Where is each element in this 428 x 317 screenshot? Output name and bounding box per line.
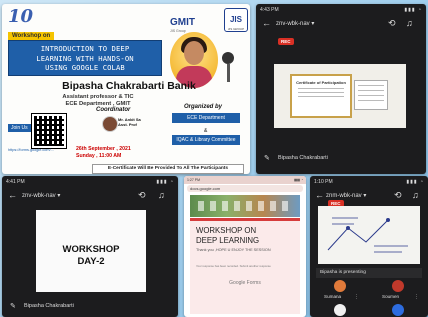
speaker-role: Assistant professor & TIC ECE Department… — [8, 94, 188, 108]
anniversary-logo: 10 — [8, 8, 44, 30]
registration-url[interactable]: https://forms.google.com/... — [8, 148, 54, 152]
participant-avatar-3[interactable] — [334, 304, 346, 316]
slide-title-line-2: DAY-2 — [77, 256, 105, 267]
presenting-bar: Bipasha is presenting — [316, 268, 422, 278]
gmit-logo: GMIT JIS Group — [170, 12, 220, 33]
meeting-code[interactable]: znv-wbk-nav ▾ — [276, 20, 314, 27]
recording-badge: REC — [278, 38, 294, 45]
title-line-3: USING GOOGLE COLAB — [45, 63, 125, 72]
more-options-icon[interactable]: ⋮ — [414, 294, 419, 300]
organizer-iqac: IQAC & Library Committee — [172, 135, 240, 145]
presenting-label: Bipasha is presenting — [320, 270, 366, 275]
slide-title: WORKSHOP DAY-2 — [36, 244, 146, 268]
meeting-code[interactable]: znv-wbk-nav ▾ — [22, 192, 60, 199]
google-forms-footer: Google Forms — [229, 280, 261, 286]
switch-camera-icon[interactable]: ⟲ — [394, 191, 402, 200]
organizer-ece: ECE Department — [172, 113, 240, 123]
status-bar: 4:41 PM ▮▮▮ ◔ — [2, 176, 178, 188]
status-icons: ▮▮▮ ◔ — [406, 179, 424, 185]
presenter-name: Bipasha Chakrabarti — [24, 303, 74, 309]
thank-you-message: Thank you ,HOPE U ENJOY THE SESSION — [196, 248, 271, 252]
form-header-image — [190, 195, 300, 217]
status-bar: 1:10 PM ▮▮▮ ◔ — [310, 176, 428, 188]
participant-name-1: Sumana — [324, 294, 342, 299]
status-time: 1:10 PM — [314, 179, 333, 185]
join-us-button[interactable]: Join Us — [8, 124, 31, 132]
title-line-2: LEARNING WITH HANDS-ON — [36, 53, 134, 63]
slide-title-line-1: WORKSHOP — [62, 244, 120, 255]
whiteboard-screen — [318, 206, 420, 264]
shared-screen: Certificate of Participation — [274, 64, 406, 128]
participant-avatar-1[interactable] — [334, 280, 346, 292]
back-arrow-icon[interactable]: ← — [262, 19, 271, 28]
coordinator-label: Coordinator — [96, 107, 131, 113]
shared-slide: WORKSHOP DAY-2 — [36, 210, 146, 292]
status-time: 1:27 PM — [187, 178, 201, 182]
speaker-role-line: Assistant professor & TIC — [62, 94, 134, 100]
workshop-tag: Workshop on — [8, 32, 55, 40]
organizer-ampersand: & — [204, 128, 208, 134]
status-time: 4:41 PM — [6, 179, 25, 185]
status-icons: ▮▮▮ ◔ — [156, 179, 174, 185]
organized-by-label: Organized by — [184, 104, 223, 110]
certificate-heading: Certificate of Participation — [296, 80, 346, 85]
back-arrow-icon[interactable]: ← — [8, 191, 17, 200]
pin-icon[interactable]: ✎ — [264, 154, 270, 163]
anniversary-number: 10 — [8, 6, 34, 27]
meeting-code[interactable]: znm-wbk-nav ▾ — [326, 192, 366, 199]
participant-name-2: Soumen — [382, 294, 400, 299]
speaker-name: Bipasha Chakrabarti Banik — [62, 80, 196, 92]
certificate-note: E-Certificate Will Be Provided To All Th… — [92, 164, 244, 174]
participant-avatar-2[interactable] — [392, 280, 404, 292]
form-title: WORKSHOP ON DEEP LEARNING — [196, 226, 259, 245]
form-title-line-2: DEEP LEARNING — [196, 235, 260, 245]
status-bar: 1:27 PM ▮▮▮ ◔ — [184, 176, 306, 184]
coordinator-info: Mr. Ankit Sa Asst. Prof — [118, 117, 141, 127]
participant-avatar-4[interactable] — [392, 304, 404, 316]
google-form-screenshot: 1:27 PM ▮▮▮ ◔ docs.google.com WORKSHOP O… — [184, 176, 306, 317]
form-card: WORKSHOP ON DEEP LEARNING Thank you ,HOP… — [190, 218, 300, 314]
switch-camera-icon[interactable]: ⟲ — [138, 191, 146, 200]
status-time: 4:43 PM — [260, 7, 279, 13]
pin-icon[interactable]: ✎ — [10, 302, 16, 311]
audio-output-icon[interactable]: ♫ — [412, 191, 419, 200]
whiteboard-sketch — [327, 217, 408, 253]
audio-output-icon[interactable]: ♫ — [406, 19, 413, 28]
presenter-name: Bipasha Chakrabarti — [278, 155, 328, 161]
jis-logo-text: JIS — [229, 15, 242, 24]
url-bar[interactable]: docs.google.com — [187, 185, 303, 192]
event-time-line: Sunday , 11:00 AM — [76, 153, 122, 159]
title-line-1: INTRODUCTION TO DEEP — [40, 44, 130, 53]
status-icons: ▮▮▮ ◔ — [294, 178, 303, 182]
form-title-line-1: WORKSHOP ON — [196, 226, 257, 235]
status-icons: ▮▮▮ ◔ — [404, 7, 422, 13]
microphone-icon — [222, 52, 234, 82]
more-options-icon[interactable]: ⋮ — [354, 294, 359, 300]
workshop-poster: 10 Workshop on GMIT JIS Group JIS JIS GR… — [2, 4, 250, 174]
meet-screenshot-day2: 4:41 PM ▮▮▮ ◔ ← znv-wbk-nav ▾ ⟲ ♫ WORKSH… — [2, 176, 178, 317]
coordinator-role: Asst. Prof — [118, 122, 137, 127]
title-banner: INTRODUCTION TO DEEP LEARNING WITH HANDS… — [8, 40, 162, 76]
status-bar: 4:43 PM ▮▮▮ ◔ — [256, 4, 426, 16]
certificate-preview — [354, 80, 388, 110]
event-date: 26th September , 2021 Sunday , 11:00 AM — [76, 146, 156, 160]
response-note[interactable]: Your response has been recorded. Submit … — [196, 264, 294, 268]
switch-camera-icon[interactable]: ⟲ — [388, 19, 396, 28]
qr-code[interactable] — [31, 113, 67, 149]
gmit-logo-text: GMIT — [170, 17, 195, 28]
jis-logo-sub: JIS GROUP — [227, 27, 245, 31]
coordinator-avatar — [102, 116, 118, 132]
certificate-document: Certificate of Participation — [290, 74, 352, 118]
audio-output-icon[interactable]: ♫ — [158, 191, 165, 200]
jis-logo: JIS JIS GROUP — [224, 8, 248, 32]
back-arrow-icon[interactable]: ← — [315, 191, 324, 200]
meet-screenshot-whiteboard: 1:10 PM ▮▮▮ ◔ ← znm-wbk-nav ▾ ⟲ ♫ REC Bi… — [310, 176, 428, 317]
meet-screenshot-certificate: 4:43 PM ▮▮▮ ◔ ← znv-wbk-nav ▾ ⟲ ♫ REC Ce… — [256, 4, 426, 174]
event-date-line: 26th September , 2021 — [76, 146, 131, 152]
